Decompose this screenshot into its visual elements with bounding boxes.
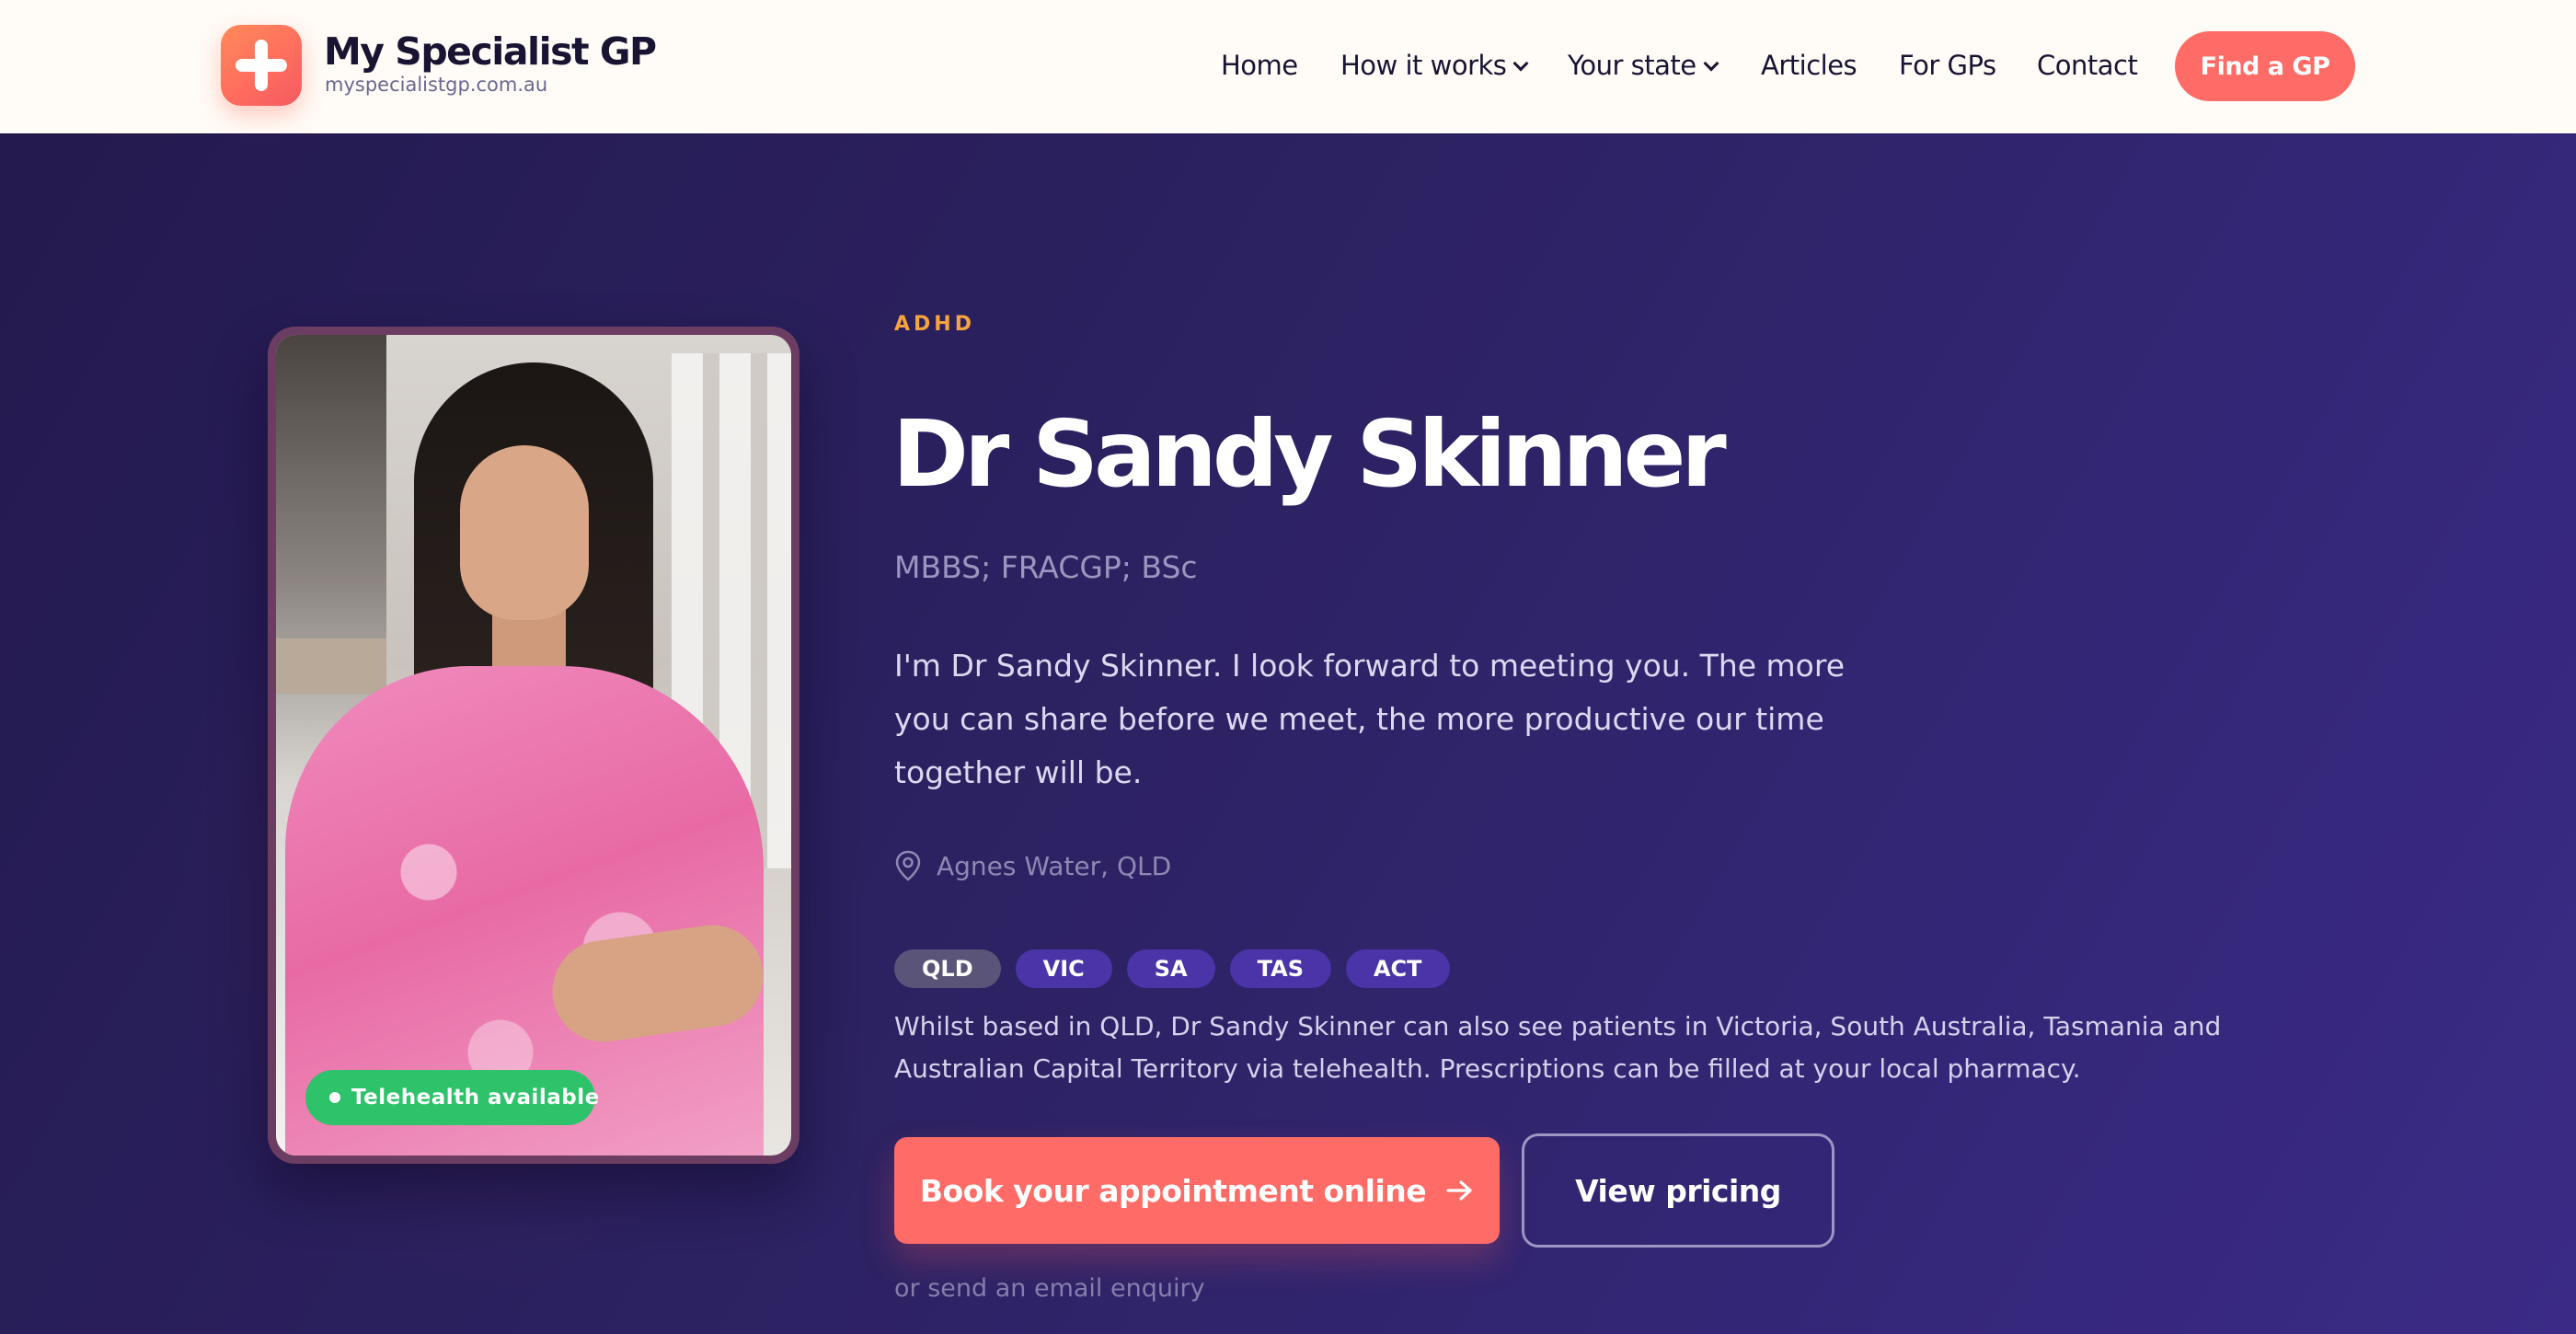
state-chip-sa: SA bbox=[1126, 949, 1215, 988]
site-header: My Specialist GP myspecialistgp.com.au H… bbox=[0, 0, 2576, 133]
map-pin-icon bbox=[895, 850, 921, 881]
book-appointment-label: Book your appointment online bbox=[919, 1172, 1427, 1209]
state-chip-tas: TAS bbox=[1229, 949, 1331, 988]
nav-contact[interactable]: Contact bbox=[2037, 50, 2138, 81]
chevron-down-icon bbox=[1703, 55, 1719, 72]
status-dot-icon bbox=[329, 1092, 340, 1103]
email-enquiry-link[interactable]: or send an email enquiry bbox=[894, 1274, 1205, 1303]
logo-title[interactable]: My Specialist GP bbox=[324, 29, 657, 74]
book-appointment-button[interactable]: Book your appointment online bbox=[894, 1137, 1500, 1244]
state-chip-vic: VIC bbox=[1015, 949, 1112, 988]
doctor-photo bbox=[276, 335, 791, 1156]
doctor-bio: I'm Dr Sandy Skinner. I look forward to … bbox=[894, 648, 1846, 790]
doctor-location: Agnes Water, QLD bbox=[894, 850, 1171, 881]
nav-home[interactable]: Home bbox=[1221, 50, 1298, 81]
telehealth-label: Telehealth available bbox=[351, 1086, 600, 1110]
doctor-name: Dr Sandy Skinner bbox=[892, 400, 1727, 508]
telehealth-badge: Telehealth available bbox=[305, 1070, 599, 1125]
logo-plus-icon[interactable] bbox=[221, 25, 302, 106]
state-chips: QLD VIC SA TAS ACT bbox=[894, 949, 1465, 988]
telehealth-coverage-text: Whilst based in QLD, Dr Sandy Skinner ca… bbox=[894, 1011, 2222, 1084]
state-chip-qld: QLD bbox=[894, 949, 1001, 988]
state-chip-act: ACT bbox=[1345, 949, 1450, 988]
arrow-right-icon bbox=[1446, 1180, 1472, 1201]
find-a-gp-button[interactable]: Find a GP bbox=[2175, 31, 2355, 101]
chevron-down-icon bbox=[1512, 55, 1529, 72]
doctor-photo-frame bbox=[268, 327, 799, 1164]
logo-subtitle: myspecialistgp.com.au bbox=[325, 74, 548, 96]
specialty-eyebrow: ADHD bbox=[894, 313, 975, 336]
nav-articles[interactable]: Articles bbox=[1761, 50, 1857, 81]
nav-your-state[interactable]: Your state bbox=[1568, 50, 1719, 81]
view-pricing-button[interactable]: View pricing bbox=[1522, 1133, 1834, 1248]
location-label: Agnes Water, QLD bbox=[937, 850, 1172, 881]
nav-how-it-works[interactable]: How it works bbox=[1340, 50, 1529, 81]
nav-for-gps[interactable]: For GPs bbox=[1899, 50, 1996, 81]
doctor-credentials: MBBS; FRACGP; BSc bbox=[894, 549, 1198, 585]
